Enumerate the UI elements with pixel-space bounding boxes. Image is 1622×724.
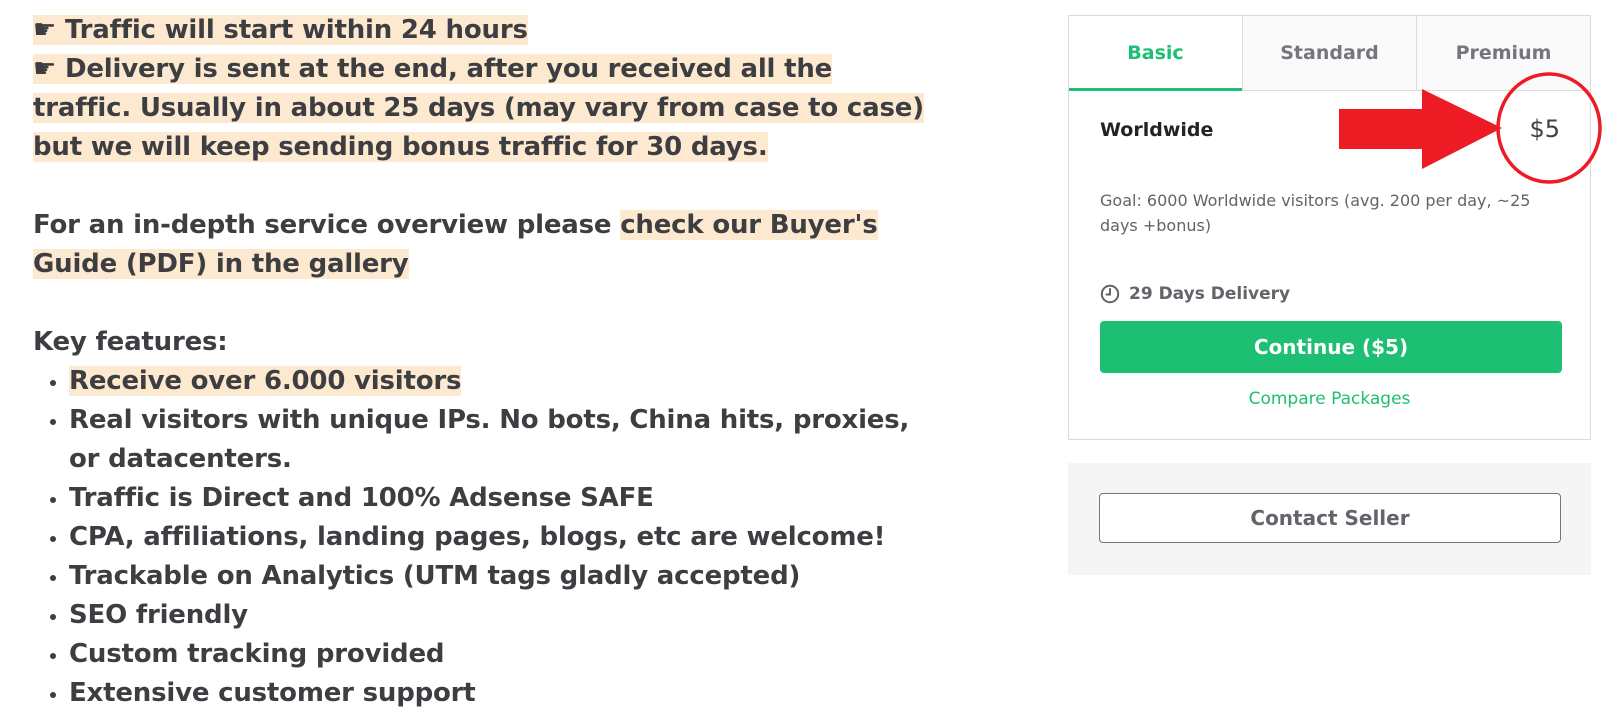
description-line-delivery: ☛ Delivery is sent at the end, after you… xyxy=(33,50,933,167)
list-item: Real visitors with unique IPs. No bots, … xyxy=(69,401,933,479)
overview-prefix: For an in-depth service overview please xyxy=(33,210,621,240)
compare-packages-link[interactable]: Compare Packages xyxy=(1069,389,1590,409)
tab-standard[interactable]: Standard xyxy=(1242,16,1416,90)
tab-premium[interactable]: Premium xyxy=(1416,16,1590,90)
contact-seller-panel: Contact Seller xyxy=(1068,463,1591,575)
features-list: Receive over 6.000 visitors Real visitor… xyxy=(33,362,933,713)
package-tabs: Basic Standard Premium xyxy=(1069,16,1590,91)
package-title: Worldwide xyxy=(1100,119,1214,141)
contact-seller-button[interactable]: Contact Seller xyxy=(1099,493,1561,543)
package-card: Basic Standard Premium Worldwide $5 Goal… xyxy=(1068,15,1591,440)
delivery-time: 29 Days Delivery xyxy=(1100,284,1290,304)
highlight-start: ☛ Traffic will start within 24 hours xyxy=(33,15,528,45)
highlight-delivery: ☛ Delivery is sent at the end, after you… xyxy=(33,54,924,162)
list-item: Trackable on Analytics (UTM tags gladly … xyxy=(69,557,933,596)
features-heading: Key features: xyxy=(33,327,228,357)
list-item: Traffic is Direct and 100% Adsense SAFE xyxy=(69,479,933,518)
overview-paragraph: For an in-depth service overview please … xyxy=(33,206,933,284)
delivery-label: 29 Days Delivery xyxy=(1129,284,1291,304)
package-price: $5 xyxy=(1529,115,1560,143)
list-item: Custom tracking provided xyxy=(69,635,933,674)
continue-button[interactable]: Continue ($5) xyxy=(1100,321,1562,373)
package-description: Goal: 6000 Worldwide visitors (avg. 200 … xyxy=(1100,191,1531,235)
tab-basic[interactable]: Basic xyxy=(1069,16,1242,91)
gig-description: ☛ Traffic will start within 24 hours ☛ D… xyxy=(33,11,933,713)
list-item: Extensive customer support xyxy=(69,674,933,713)
clock-icon xyxy=(1100,284,1120,304)
feature-text: Receive over 6.000 visitors xyxy=(69,366,462,396)
description-line-start: ☛ Traffic will start within 24 hours xyxy=(33,11,933,50)
list-item: SEO friendly xyxy=(69,596,933,635)
list-item: CPA, affiliations, landing pages, blogs,… xyxy=(69,518,933,557)
list-item: Receive over 6.000 visitors xyxy=(69,362,933,401)
